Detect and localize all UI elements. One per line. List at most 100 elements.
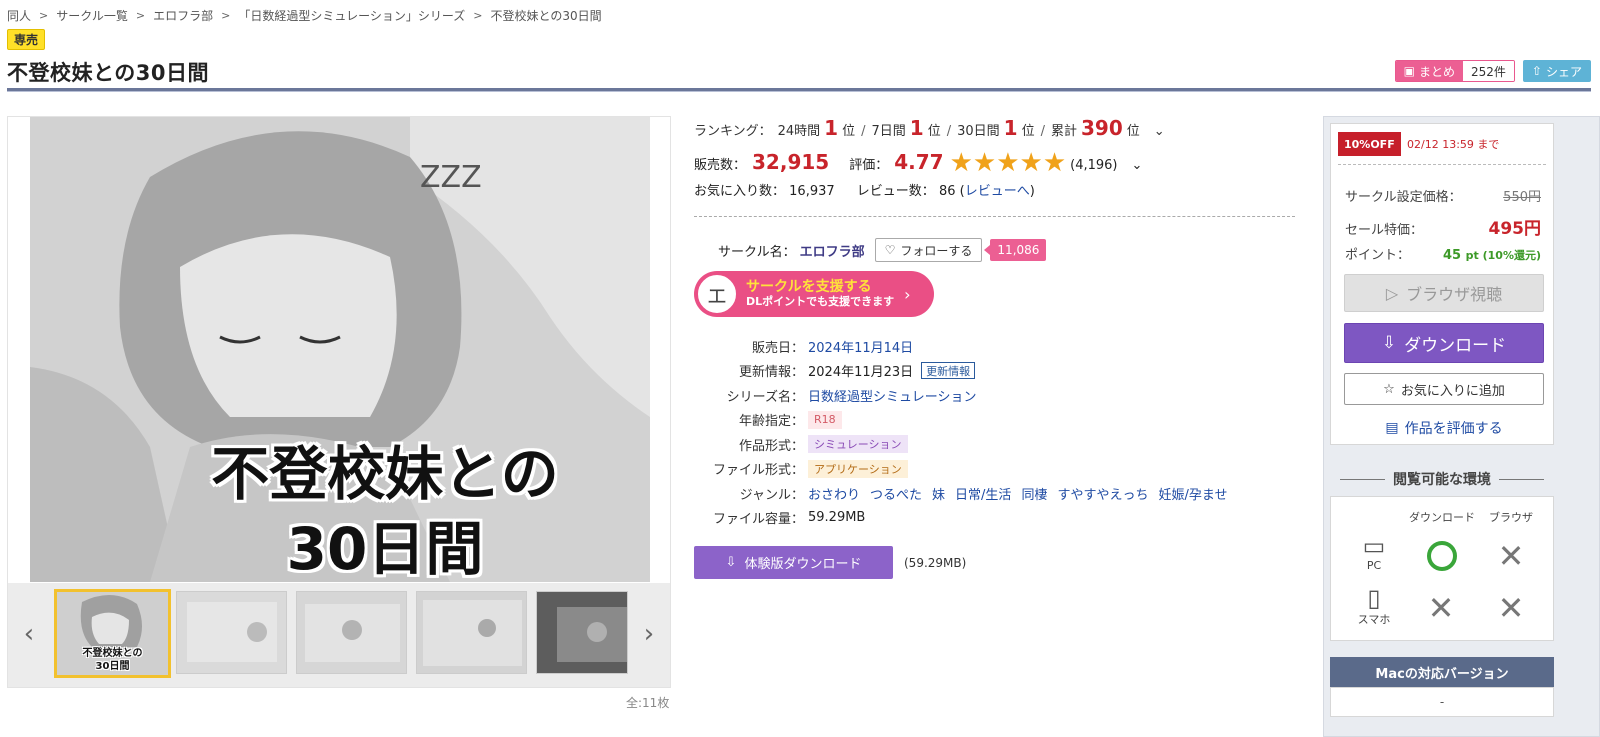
thumbnail-illustration xyxy=(297,592,406,673)
star-icon: ☆ xyxy=(1383,381,1395,397)
series-link[interactable]: 日数経過型シミュレーション xyxy=(808,386,976,405)
separator: / xyxy=(946,124,952,139)
circle-avatar: エ xyxy=(696,273,738,315)
play-icon: ▷ xyxy=(1385,283,1399,303)
update-date: 2024年11月23日 xyxy=(808,365,914,381)
thumbnail-strip: ‹ 不登校妹との 30日間 › xyxy=(8,583,670,687)
breadcrumb-item[interactable]: 「日数経過型シミュレーション」シリーズ xyxy=(238,7,465,24)
rate-work-link[interactable]: ▤ 作品を評価する xyxy=(1344,416,1544,440)
thumbnail-illustration xyxy=(417,592,526,673)
circle-price-row: サークル設定価格： 550円 xyxy=(1345,186,1541,205)
point-row: ポイント： 45 pt (10%還元) xyxy=(1345,244,1541,263)
cross-icon: ✕ xyxy=(1427,589,1455,627)
ranking-30d-label: 30日間 xyxy=(957,124,1000,139)
genre-link[interactable]: すやすやえっち xyxy=(1057,484,1148,503)
support-circle-banner[interactable]: エ サークルを支援する DLポイントでも支援できます › xyxy=(694,271,934,317)
circle-label: サークル名： xyxy=(718,244,796,260)
mac-version-heading: Macの対応バージョン xyxy=(1330,657,1554,687)
genre-link[interactable]: 妹 xyxy=(932,484,945,503)
ranking-total-value: 390 xyxy=(1081,116,1123,140)
trial-download-button[interactable]: ⇩ 体験版ダウンロード xyxy=(694,546,893,579)
paren-close: ) xyxy=(1029,184,1035,199)
release-date-link[interactable]: 2024年11月14日 xyxy=(808,337,913,356)
dashed-divider xyxy=(1338,164,1546,165)
meta-key: 販売日： xyxy=(751,340,804,356)
follower-count: 11,086 xyxy=(984,239,1047,261)
main-cover-image[interactable]: ZZZ 不登校妹との 30日間 xyxy=(30,117,650,582)
discount-badge: 10%OFF xyxy=(1338,132,1401,156)
purchase-panel: 10%OFF 02/12 13:59 まで サークル設定価格： 550円 セール… xyxy=(1323,116,1600,737)
meta-work-format: 作品形式： シミュレーション xyxy=(694,432,1237,457)
genre-link[interactable]: 同棲 xyxy=(1021,484,1047,503)
browser-view-button[interactable]: ▷ ブラウザ視聴 xyxy=(1344,274,1544,312)
ranking-7d-label: 7日間 xyxy=(871,124,906,139)
ranking-label: ランキング： xyxy=(694,124,772,139)
chevron-down-icon[interactable]: ⌄ xyxy=(1154,124,1165,139)
cross-icon: ✕ xyxy=(1497,589,1525,627)
breadcrumb-item[interactable]: 同人 xyxy=(7,7,31,24)
matome-button[interactable]: ▣ まとめ 252件 xyxy=(1394,60,1515,82)
page-title: 不登校妹との30日間 xyxy=(7,61,210,85)
ranking-total-label: 累計 xyxy=(1050,124,1077,139)
separator: / xyxy=(861,124,866,139)
ranking-30d-value: 1 xyxy=(1003,116,1018,140)
review-count-label: レビュー数： xyxy=(856,184,935,199)
meta-key: 更新情報： xyxy=(738,365,804,381)
smartphone-label: スマホ xyxy=(1357,613,1391,626)
ranking-unit: 位 xyxy=(927,124,941,139)
thumbnail-5[interactable] xyxy=(536,591,628,674)
chevron-down-icon[interactable]: ⌄ xyxy=(1132,158,1143,173)
thumbnail-4[interactable] xyxy=(416,591,527,674)
age-rating-tag[interactable]: R18 xyxy=(808,410,842,429)
rating-label: 評価： xyxy=(849,158,889,173)
sale-price-row: セール特価： 495円 xyxy=(1345,214,1541,239)
genre-link[interactable]: つるぺた xyxy=(870,484,922,503)
cover-title-line1: 不登校妹との xyxy=(211,440,559,508)
chevron-right-icon: > xyxy=(473,8,483,22)
download-button[interactable]: ⇩ ダウンロード xyxy=(1344,323,1544,363)
genre-link[interactable]: おさわり xyxy=(808,484,860,503)
laptop-icon: ▭ xyxy=(1362,532,1386,560)
review-link[interactable]: レビューへ xyxy=(965,184,1030,199)
smartphone-icon: ▯ xyxy=(1367,584,1381,612)
add-favorite-button[interactable]: ☆ お気に入りに追加 xyxy=(1344,373,1544,405)
file-format-tag[interactable]: アプリケーション xyxy=(808,459,908,478)
meta-file-format: ファイル形式： アプリケーション xyxy=(694,457,1237,482)
chevron-left-icon[interactable]: ‹ xyxy=(18,619,40,649)
rating-count: (4,196) xyxy=(1070,158,1118,173)
thumbnail-2[interactable] xyxy=(176,591,287,674)
favorites-row: お気に入り数： 16,937 レビュー数： 86 (レビューへ) xyxy=(694,180,1035,199)
review-count: 86 xyxy=(938,184,956,199)
point-value: 45 xyxy=(1443,248,1462,263)
thumbnail-3[interactable] xyxy=(296,591,407,674)
thumbnail-caption: 不登校妹との 30日間 xyxy=(82,648,143,672)
genre-link[interactable]: 日常/生活 xyxy=(955,484,1011,503)
bookmark-icon: ▣ xyxy=(1403,64,1415,78)
ranking-24h-value: 1 xyxy=(824,116,839,140)
thumbnail-illustration xyxy=(537,592,627,673)
share-icon: ⇧ xyxy=(1531,64,1542,78)
work-format-tag[interactable]: シミュレーション xyxy=(808,435,908,454)
meta-key: ファイル形式： xyxy=(712,463,804,479)
environment-heading: 閲覧可能な環境 xyxy=(1332,469,1552,489)
title-divider xyxy=(7,88,1591,92)
ranking-row: ランキング： 24時間 1 位 / 7日間 1 位 / 30日間 1 位 / 累… xyxy=(694,116,1165,140)
share-button[interactable]: ⇧ シェア xyxy=(1522,60,1591,82)
favorites-label: お気に入り数： xyxy=(694,184,786,199)
trial-file-size: (59.29MB) xyxy=(904,556,967,570)
breadcrumb-item[interactable]: エロフラ部 xyxy=(153,7,213,24)
meta-key: ファイル容量： xyxy=(712,512,804,528)
price-box: 10%OFF 02/12 13:59 まで サークル設定価格： 550円 セール… xyxy=(1330,123,1554,445)
env-col-download: ダウンロード xyxy=(1409,511,1475,524)
exclusive-badge: 専売 xyxy=(7,29,46,50)
genre-link[interactable]: 妊娠/孕ませ xyxy=(1158,484,1227,503)
update-info-tag[interactable]: 更新情報 xyxy=(921,362,976,380)
circle-ok-icon xyxy=(1427,541,1457,571)
chevron-right-icon[interactable]: › xyxy=(638,619,660,649)
thumbnail-1[interactable]: 不登校妹との 30日間 xyxy=(54,589,171,678)
file-size: 59.29MB xyxy=(808,510,866,526)
thumbnail-illustration xyxy=(177,592,286,673)
follow-button[interactable]: ♡ フォローする xyxy=(874,238,983,262)
breadcrumb-item[interactable]: サークル一覧 xyxy=(56,7,128,24)
circle-name-link[interactable]: エロフラ部 xyxy=(800,241,865,260)
